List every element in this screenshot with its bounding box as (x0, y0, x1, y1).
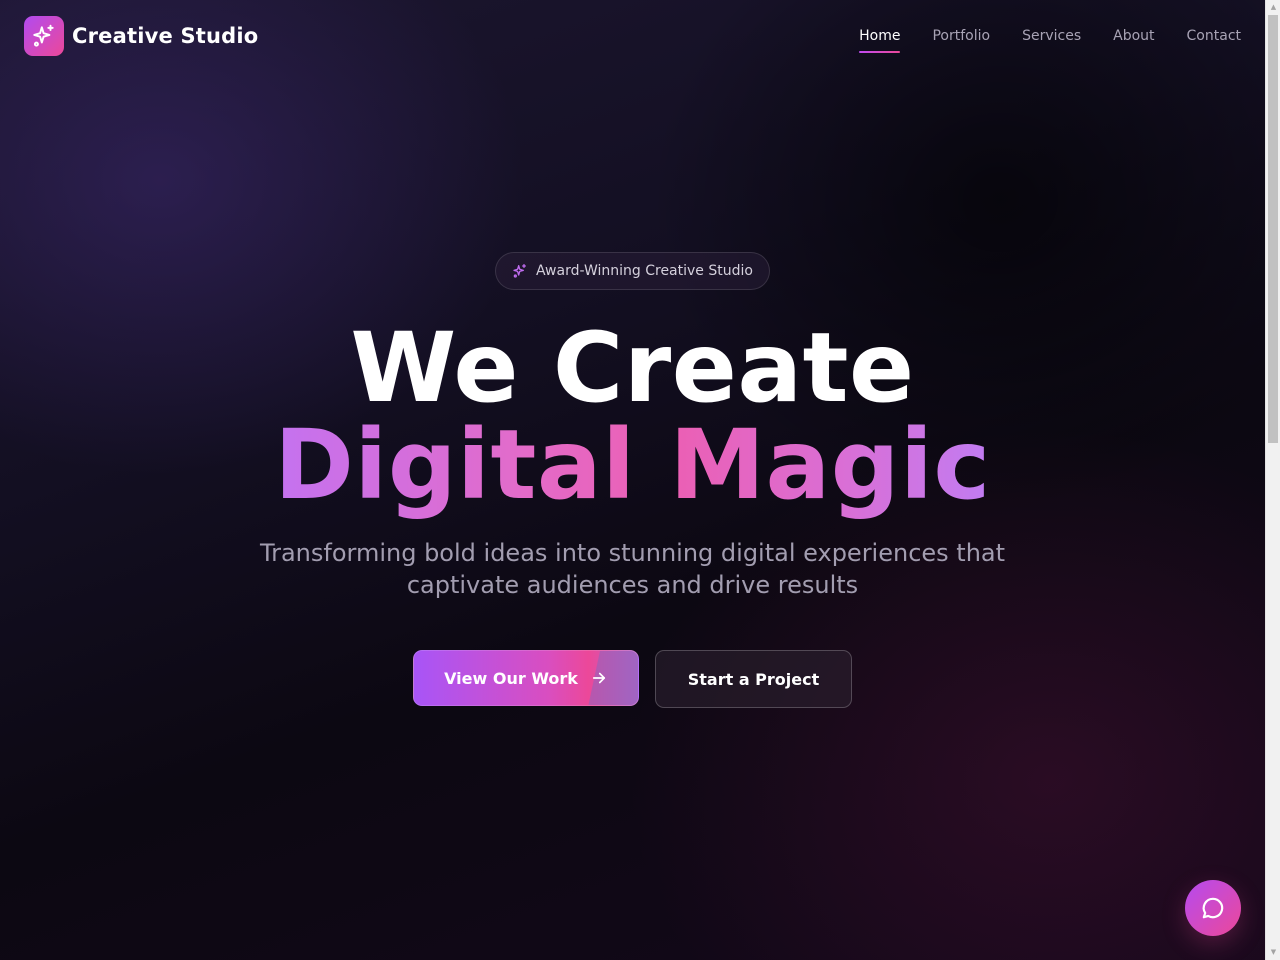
scrollbar-thumb[interactable] (1268, 15, 1278, 443)
hero-headline-gradient-text: Digital Magic (274, 409, 991, 521)
start-a-project-button[interactable]: Start a Project (655, 650, 852, 708)
hero-subtitle: Transforming bold ideas into stunning di… (259, 539, 1006, 599)
award-badge: Award-Winning Creative Studio (495, 252, 770, 290)
view-our-work-label: View Our Work (444, 668, 578, 688)
badge-label: Award-Winning Creative Studio (536, 263, 753, 279)
view-our-work-button[interactable]: View Our Work (413, 650, 639, 706)
hero-section: Award-Winning Creative Studio We Create … (0, 0, 1265, 960)
chat-button[interactable] (1185, 880, 1241, 936)
sparkles-icon (512, 263, 528, 279)
scroll-up-arrow-icon[interactable]: ▲ (1266, 0, 1280, 15)
page: Creative Studio Home Portfolio Services … (0, 0, 1280, 960)
arrow-right-icon (590, 669, 608, 687)
start-a-project-label: Start a Project (687, 669, 820, 689)
hero-headline-line1: We Create (350, 312, 915, 424)
chat-bubble-icon (1200, 895, 1226, 921)
scroll-down-arrow-icon[interactable]: ▼ (1266, 945, 1280, 960)
hero-headline-line2: Digital Magic (0, 413, 1265, 517)
vertical-scrollbar[interactable]: ▲ ▼ (1265, 0, 1280, 960)
